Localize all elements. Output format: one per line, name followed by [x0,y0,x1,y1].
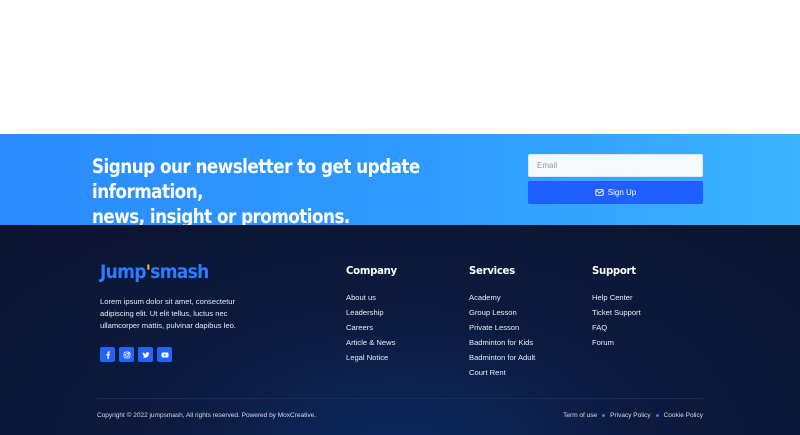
footer-link-careers[interactable]: Careers [346,320,401,335]
copyright-text: Copyright © 2022 jumpsmash, All rights r… [97,412,317,419]
footer-divider [97,398,703,399]
logo-text-end: smash [150,261,209,283]
footer-link-private-lesson[interactable]: Private Lesson [469,320,535,335]
newsletter-heading: Signup our newsletter to get update info… [92,154,436,229]
instagram-icon[interactable] [119,347,134,362]
newsletter-heading-line1: Signup our newsletter to get update info… [92,155,420,203]
separator-dot [655,414,659,417]
column-title-company: Company [346,264,397,277]
envelope-icon [595,189,604,196]
footer-link-badminton-adult[interactable]: Badminton for Adult [469,350,535,365]
legal-link-terms[interactable]: Term of use [563,412,597,419]
legal-link-privacy[interactable]: Privacy Policy [610,412,650,419]
column-title-support: Support [592,264,636,277]
separator-dot [602,414,606,417]
footer-column-support: Support Help Center Ticket Support FAQ F… [592,264,641,350]
footer-link-help-center[interactable]: Help Center [592,290,641,305]
footer-link-forum[interactable]: Forum [592,335,641,350]
column-title-services: Services [469,264,515,277]
footer-link-article-news[interactable]: Article & News [346,335,401,350]
youtube-icon[interactable] [157,347,172,362]
logo-text-start: Jump [100,261,146,283]
footer-link-leadership[interactable]: Leadership [346,305,401,320]
legal-link-cookie[interactable]: Cookie Policy [664,412,703,419]
footer-link-academy[interactable]: Academy [469,290,535,305]
brand-description: Lorem ipsum dolor sit amet, consectetur … [100,297,236,330]
footer-link-badminton-kids[interactable]: Badminton for Kids [469,335,535,350]
footer-column-company: Company About us Leadership Careers Arti… [346,264,401,365]
sign-up-button[interactable]: Sign Up [528,181,703,204]
email-input[interactable] [528,154,703,177]
footer-link-court-rent[interactable]: Court Rent [469,365,535,380]
brand-logo[interactable]: Jump'smash [100,261,209,283]
sign-up-label: Sign Up [607,188,637,197]
footer-link-group-lesson[interactable]: Group Lesson [469,305,535,320]
facebook-icon[interactable] [100,347,115,362]
footer-link-faq[interactable]: FAQ [592,320,641,335]
footer-link-legal-notice[interactable]: Legal Notice [346,350,401,365]
twitter-icon[interactable] [138,347,153,362]
footer-link-ticket-support[interactable]: Ticket Support [592,305,641,320]
footer-link-about-us[interactable]: About us [346,290,401,305]
footer-column-services: Services Academy Group Lesson Private Le… [469,264,535,380]
legal-links: Term of use Privacy Policy Cookie Policy [563,412,703,419]
social-links [100,347,172,362]
